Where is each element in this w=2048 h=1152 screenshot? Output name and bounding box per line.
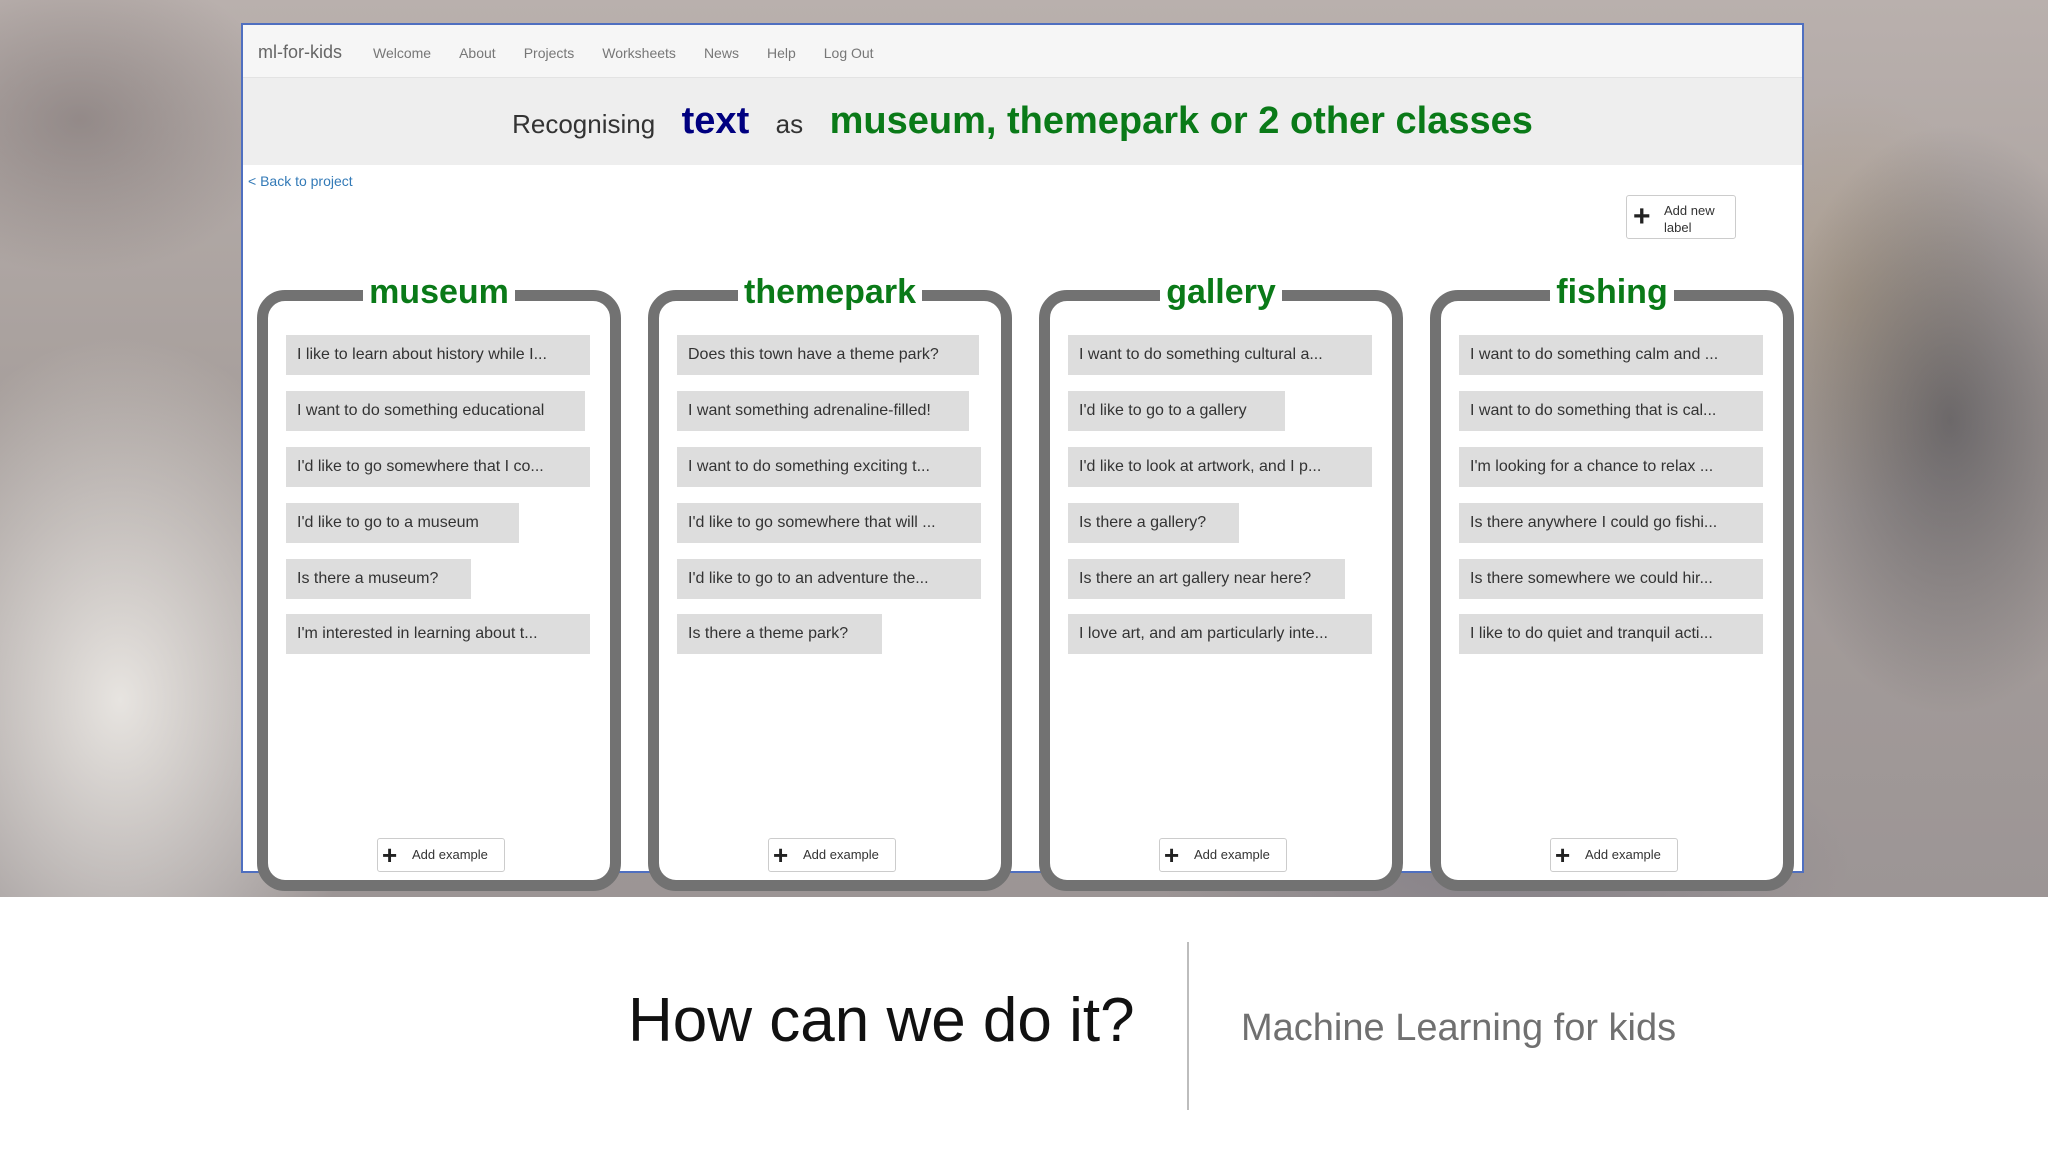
add-example-button[interactable]: + Add example (1550, 838, 1678, 872)
add-example-button[interactable]: + Add example (377, 838, 505, 872)
app-window: ml-for-kids Welcome About Projects Works… (241, 23, 1804, 891)
training-example[interactable]: Does this town have a theme park? (677, 335, 979, 375)
heading-project-type: text (681, 100, 750, 142)
nav-projects[interactable]: Projects (524, 45, 575, 61)
heading-middle: as (775, 109, 804, 139)
brand-link[interactable]: ml-for-kids (258, 42, 342, 63)
training-example[interactable]: I'd like to go to an adventure the... (677, 559, 981, 599)
training-example[interactable]: Is there somewhere we could hir... (1459, 559, 1763, 599)
bucket-title-wrap: themepark (659, 274, 1001, 310)
nav-worksheets[interactable]: Worksheets (602, 45, 676, 61)
back-to-project-link[interactable]: < Back to project (248, 173, 353, 189)
nav-logout[interactable]: Log Out (824, 45, 874, 61)
slide-subtitle: Machine Learning for kids (1241, 1007, 1677, 1049)
training-example[interactable]: Is there a gallery? (1068, 503, 1239, 543)
plus-icon: + (1164, 840, 1180, 870)
plus-icon: + (382, 840, 398, 870)
add-example-button[interactable]: + Add example (1159, 838, 1287, 872)
training-example[interactable]: I'm interested in learning about t... (286, 614, 590, 654)
training-example[interactable]: I want to do something calm and ... (1459, 335, 1763, 375)
navbar: ml-for-kids Welcome About Projects Works… (243, 25, 1802, 78)
label-title: fishing (1550, 274, 1674, 310)
training-example[interactable]: I like to learn about history while I... (286, 335, 590, 375)
training-example[interactable]: I want something adrenaline-filled! (677, 391, 969, 431)
project-heading: Recognising text as museum, themepark or… (243, 100, 1802, 143)
add-example-text: Add example (1194, 847, 1270, 862)
nav-links: Welcome About Projects Worksheets News H… (373, 45, 902, 61)
project-heading-bar: Recognising text as museum, themepark or… (243, 78, 1802, 165)
label-title: museum (363, 274, 515, 310)
training-example[interactable]: I'd like to go somewhere that will ... (677, 503, 981, 543)
caption-divider (1187, 942, 1189, 1110)
nav-help[interactable]: Help (767, 45, 796, 61)
training-example[interactable]: I want to do something exciting t... (677, 447, 981, 487)
training-example[interactable]: Is there anywhere I could go fishi... (1459, 503, 1763, 543)
training-example[interactable]: I love art, and am particularly inte... (1068, 614, 1372, 654)
nav-about[interactable]: About (459, 45, 496, 61)
slide-question: How can we do it? (628, 986, 1135, 1055)
training-example[interactable]: I'd like to go somewhere that I co... (286, 447, 590, 487)
training-example[interactable]: I'd like to look at artwork, and I p... (1068, 447, 1372, 487)
training-example[interactable]: I want to do something cultural a... (1068, 335, 1372, 375)
heading-classes: museum, themepark or 2 other classes (829, 100, 1533, 142)
add-new-label-text: Add new label (1664, 203, 1715, 235)
training-example[interactable]: Is there an art gallery near here? (1068, 559, 1345, 599)
training-example[interactable]: I'd like to go to a museum (286, 503, 519, 543)
training-example[interactable]: I'm looking for a chance to relax ... (1459, 447, 1763, 487)
add-new-label-button[interactable]: + Add new label (1626, 195, 1736, 239)
label-title: themepark (738, 274, 922, 310)
label-bucket-themepark: themepark Does this town have a theme pa… (648, 274, 1012, 891)
add-example-text: Add example (803, 847, 879, 862)
bucket-title-wrap: museum (268, 274, 610, 310)
bucket-title-wrap: fishing (1441, 274, 1783, 310)
add-example-text: Add example (1585, 847, 1661, 862)
nav-welcome[interactable]: Welcome (373, 45, 431, 61)
heading-prefix: Recognising (512, 109, 656, 139)
training-example[interactable]: I like to do quiet and tranquil acti... (1459, 614, 1763, 654)
label-bucket-gallery: gallery I want to do something cultural … (1039, 274, 1403, 891)
plus-icon: + (773, 840, 789, 870)
label-title: gallery (1160, 274, 1282, 310)
label-bucket-museum: museum I like to learn about history whi… (257, 274, 621, 891)
training-example[interactable]: Is there a theme park? (677, 614, 882, 654)
add-example-button[interactable]: + Add example (768, 838, 896, 872)
label-bucket-fishing: fishing I want to do something calm and … (1430, 274, 1794, 891)
training-example[interactable]: I want to do something educational (286, 391, 585, 431)
training-example[interactable]: I'd like to go to a gallery (1068, 391, 1285, 431)
plus-icon: + (1555, 840, 1571, 870)
bucket-title-wrap: gallery (1050, 274, 1392, 310)
add-example-text: Add example (412, 847, 488, 862)
plus-icon: + (1633, 200, 1651, 233)
nav-news[interactable]: News (704, 45, 739, 61)
training-example[interactable]: I want to do something that is cal... (1459, 391, 1763, 431)
training-example[interactable]: Is there a museum? (286, 559, 471, 599)
